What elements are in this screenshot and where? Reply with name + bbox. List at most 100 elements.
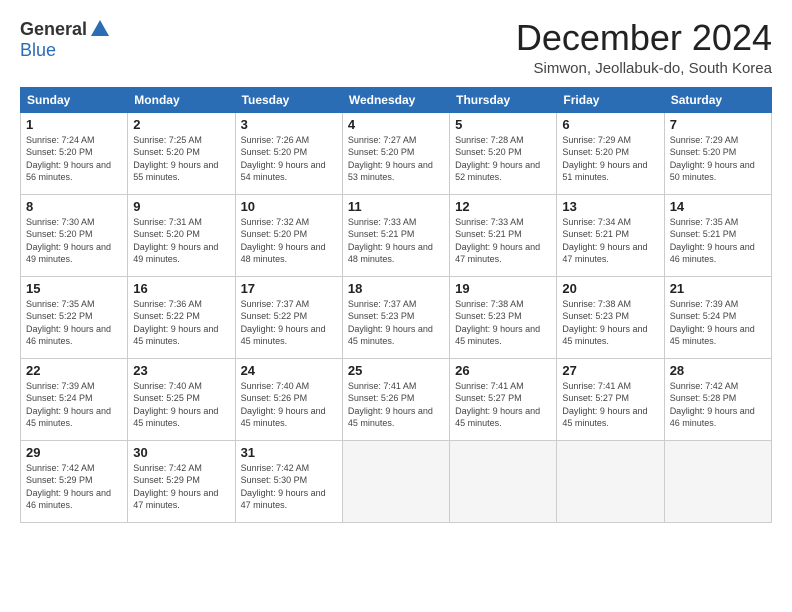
day-info: Sunrise: 7:32 AM Sunset: 5:20 PM Dayligh… (241, 216, 337, 266)
day-number: 1 (26, 117, 122, 132)
day-info: Sunrise: 7:38 AM Sunset: 5:23 PM Dayligh… (455, 298, 551, 348)
day-number: 29 (26, 445, 122, 460)
day-info: Sunrise: 7:41 AM Sunset: 5:27 PM Dayligh… (455, 380, 551, 430)
day-info: Sunrise: 7:42 AM Sunset: 5:29 PM Dayligh… (133, 462, 229, 512)
calendar-cell: 1 Sunrise: 7:24 AM Sunset: 5:20 PM Dayli… (21, 112, 128, 194)
calendar-cell: 14 Sunrise: 7:35 AM Sunset: 5:21 PM Dayl… (664, 194, 771, 276)
month-title: December 2024 (516, 18, 772, 58)
calendar-cell: 4 Sunrise: 7:27 AM Sunset: 5:20 PM Dayli… (342, 112, 449, 194)
day-number: 13 (562, 199, 658, 214)
col-friday: Friday (557, 87, 664, 112)
calendar-cell: 5 Sunrise: 7:28 AM Sunset: 5:20 PM Dayli… (450, 112, 557, 194)
day-number: 25 (348, 363, 444, 378)
calendar-cell: 17 Sunrise: 7:37 AM Sunset: 5:22 PM Dayl… (235, 276, 342, 358)
calendar-cell: 8 Sunrise: 7:30 AM Sunset: 5:20 PM Dayli… (21, 194, 128, 276)
logo-general-text: General (20, 19, 87, 40)
day-info: Sunrise: 7:35 AM Sunset: 5:21 PM Dayligh… (670, 216, 766, 266)
col-thursday: Thursday (450, 87, 557, 112)
calendar-cell: 13 Sunrise: 7:34 AM Sunset: 5:21 PM Dayl… (557, 194, 664, 276)
calendar-cell (342, 440, 449, 522)
day-info: Sunrise: 7:29 AM Sunset: 5:20 PM Dayligh… (562, 134, 658, 184)
calendar-cell: 31 Sunrise: 7:42 AM Sunset: 5:30 PM Dayl… (235, 440, 342, 522)
title-block: December 2024 Simwon, Jeollabuk-do, Sout… (516, 18, 772, 77)
calendar-cell: 11 Sunrise: 7:33 AM Sunset: 5:21 PM Dayl… (342, 194, 449, 276)
day-info: Sunrise: 7:39 AM Sunset: 5:24 PM Dayligh… (26, 380, 122, 430)
day-number: 30 (133, 445, 229, 460)
logo: General Blue (20, 18, 111, 61)
day-number: 31 (241, 445, 337, 460)
calendar-row-5: 29 Sunrise: 7:42 AM Sunset: 5:29 PM Dayl… (21, 440, 772, 522)
calendar-cell: 6 Sunrise: 7:29 AM Sunset: 5:20 PM Dayli… (557, 112, 664, 194)
day-info: Sunrise: 7:36 AM Sunset: 5:22 PM Dayligh… (133, 298, 229, 348)
day-info: Sunrise: 7:42 AM Sunset: 5:28 PM Dayligh… (670, 380, 766, 430)
day-info: Sunrise: 7:25 AM Sunset: 5:20 PM Dayligh… (133, 134, 229, 184)
col-tuesday: Tuesday (235, 87, 342, 112)
calendar-cell: 22 Sunrise: 7:39 AM Sunset: 5:24 PM Dayl… (21, 358, 128, 440)
calendar-row-1: 1 Sunrise: 7:24 AM Sunset: 5:20 PM Dayli… (21, 112, 772, 194)
calendar-cell: 26 Sunrise: 7:41 AM Sunset: 5:27 PM Dayl… (450, 358, 557, 440)
day-info: Sunrise: 7:35 AM Sunset: 5:22 PM Dayligh… (26, 298, 122, 348)
calendar-row-2: 8 Sunrise: 7:30 AM Sunset: 5:20 PM Dayli… (21, 194, 772, 276)
day-number: 4 (348, 117, 444, 132)
calendar-cell: 20 Sunrise: 7:38 AM Sunset: 5:23 PM Dayl… (557, 276, 664, 358)
logo-icon (89, 18, 111, 40)
day-number: 23 (133, 363, 229, 378)
calendar-cell: 18 Sunrise: 7:37 AM Sunset: 5:23 PM Dayl… (342, 276, 449, 358)
day-number: 14 (670, 199, 766, 214)
day-info: Sunrise: 7:33 AM Sunset: 5:21 PM Dayligh… (348, 216, 444, 266)
day-number: 27 (562, 363, 658, 378)
location-subtitle: Simwon, Jeollabuk-do, South Korea (516, 60, 772, 77)
day-info: Sunrise: 7:34 AM Sunset: 5:21 PM Dayligh… (562, 216, 658, 266)
day-number: 21 (670, 281, 766, 296)
calendar-cell: 30 Sunrise: 7:42 AM Sunset: 5:29 PM Dayl… (128, 440, 235, 522)
day-number: 17 (241, 281, 337, 296)
logo-blue-text: Blue (20, 40, 56, 60)
calendar-cell: 2 Sunrise: 7:25 AM Sunset: 5:20 PM Dayli… (128, 112, 235, 194)
calendar-header-row: Sunday Monday Tuesday Wednesday Thursday… (21, 87, 772, 112)
day-number: 2 (133, 117, 229, 132)
day-info: Sunrise: 7:42 AM Sunset: 5:30 PM Dayligh… (241, 462, 337, 512)
day-number: 9 (133, 199, 229, 214)
day-info: Sunrise: 7:41 AM Sunset: 5:26 PM Dayligh… (348, 380, 444, 430)
day-number: 18 (348, 281, 444, 296)
day-number: 8 (26, 199, 122, 214)
calendar-cell: 29 Sunrise: 7:42 AM Sunset: 5:29 PM Dayl… (21, 440, 128, 522)
day-info: Sunrise: 7:27 AM Sunset: 5:20 PM Dayligh… (348, 134, 444, 184)
calendar-cell: 27 Sunrise: 7:41 AM Sunset: 5:27 PM Dayl… (557, 358, 664, 440)
calendar-cell: 10 Sunrise: 7:32 AM Sunset: 5:20 PM Dayl… (235, 194, 342, 276)
day-number: 11 (348, 199, 444, 214)
calendar-cell: 23 Sunrise: 7:40 AM Sunset: 5:25 PM Dayl… (128, 358, 235, 440)
calendar-cell (557, 440, 664, 522)
calendar-cell: 24 Sunrise: 7:40 AM Sunset: 5:26 PM Dayl… (235, 358, 342, 440)
calendar-cell (664, 440, 771, 522)
day-info: Sunrise: 7:29 AM Sunset: 5:20 PM Dayligh… (670, 134, 766, 184)
day-info: Sunrise: 7:30 AM Sunset: 5:20 PM Dayligh… (26, 216, 122, 266)
calendar-cell: 25 Sunrise: 7:41 AM Sunset: 5:26 PM Dayl… (342, 358, 449, 440)
col-monday: Monday (128, 87, 235, 112)
calendar-cell: 9 Sunrise: 7:31 AM Sunset: 5:20 PM Dayli… (128, 194, 235, 276)
day-info: Sunrise: 7:37 AM Sunset: 5:23 PM Dayligh… (348, 298, 444, 348)
day-info: Sunrise: 7:33 AM Sunset: 5:21 PM Dayligh… (455, 216, 551, 266)
calendar-cell: 3 Sunrise: 7:26 AM Sunset: 5:20 PM Dayli… (235, 112, 342, 194)
day-number: 12 (455, 199, 551, 214)
day-number: 28 (670, 363, 766, 378)
day-number: 19 (455, 281, 551, 296)
day-number: 7 (670, 117, 766, 132)
header: General Blue December 2024 Simwon, Jeoll… (20, 18, 772, 77)
day-number: 15 (26, 281, 122, 296)
day-info: Sunrise: 7:42 AM Sunset: 5:29 PM Dayligh… (26, 462, 122, 512)
page: General Blue December 2024 Simwon, Jeoll… (0, 0, 792, 533)
day-number: 3 (241, 117, 337, 132)
day-info: Sunrise: 7:38 AM Sunset: 5:23 PM Dayligh… (562, 298, 658, 348)
calendar-table: Sunday Monday Tuesday Wednesday Thursday… (20, 87, 772, 523)
day-info: Sunrise: 7:26 AM Sunset: 5:20 PM Dayligh… (241, 134, 337, 184)
day-number: 6 (562, 117, 658, 132)
col-sunday: Sunday (21, 87, 128, 112)
calendar-cell: 16 Sunrise: 7:36 AM Sunset: 5:22 PM Dayl… (128, 276, 235, 358)
day-number: 22 (26, 363, 122, 378)
day-info: Sunrise: 7:40 AM Sunset: 5:26 PM Dayligh… (241, 380, 337, 430)
col-wednesday: Wednesday (342, 87, 449, 112)
day-info: Sunrise: 7:31 AM Sunset: 5:20 PM Dayligh… (133, 216, 229, 266)
calendar-cell: 19 Sunrise: 7:38 AM Sunset: 5:23 PM Dayl… (450, 276, 557, 358)
day-number: 20 (562, 281, 658, 296)
